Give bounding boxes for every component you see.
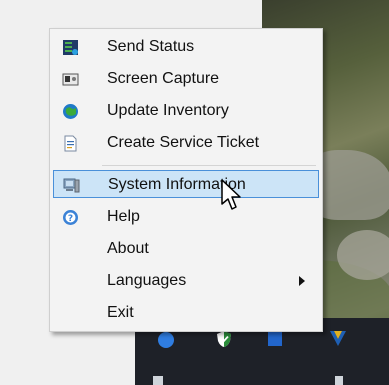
tray-small-icon[interactable]	[335, 376, 343, 385]
menu-item-help[interactable]: ? Help	[53, 203, 319, 231]
menu-item-system-information[interactable]: System Information	[53, 170, 319, 198]
shield-check-icon[interactable]	[215, 330, 233, 348]
tray-app-icon[interactable]	[268, 330, 282, 346]
menu-item-create-service-ticket[interactable]: Create Service Ticket	[53, 129, 319, 157]
screen-capture-icon	[62, 73, 79, 86]
help-icon: ?	[63, 210, 78, 225]
menu-item-label: Create Service Ticket	[107, 134, 260, 151]
update-inventory-icon	[63, 104, 78, 119]
menu-separator	[102, 165, 316, 166]
menu-item-label: About	[107, 240, 149, 257]
context-menu: Send Status Screen Capture Update Invent…	[49, 28, 323, 332]
menu-item-about[interactable]: About	[53, 235, 319, 263]
tray-app-icon[interactable]	[158, 332, 174, 348]
svg-text:?: ?	[68, 214, 73, 224]
service-ticket-icon	[64, 135, 77, 152]
system-information-icon	[63, 178, 80, 193]
tray-small-icon[interactable]	[153, 376, 163, 385]
menu-item-label: Help	[107, 208, 140, 225]
mouse-pointer-icon	[221, 179, 241, 210]
send-status-icon	[63, 40, 78, 55]
menu-item-label: Screen Capture	[107, 70, 220, 87]
tray-v-icon[interactable]	[328, 328, 348, 348]
menu-item-exit[interactable]: Exit	[53, 299, 319, 327]
menu-item-label: Send Status	[107, 38, 195, 55]
submenu-arrow-icon	[299, 276, 305, 286]
menu-item-label: Update Inventory	[107, 102, 229, 119]
menu-item-label: Exit	[107, 304, 134, 321]
menu-item-languages[interactable]: Languages	[53, 267, 319, 295]
menu-item-update-inventory[interactable]: Update Inventory	[53, 97, 319, 125]
menu-item-screen-capture[interactable]: Screen Capture	[53, 65, 319, 93]
menu-item-send-status[interactable]: Send Status	[53, 33, 319, 61]
wallpaper-rock	[337, 230, 389, 280]
menu-item-label: Languages	[107, 272, 187, 289]
